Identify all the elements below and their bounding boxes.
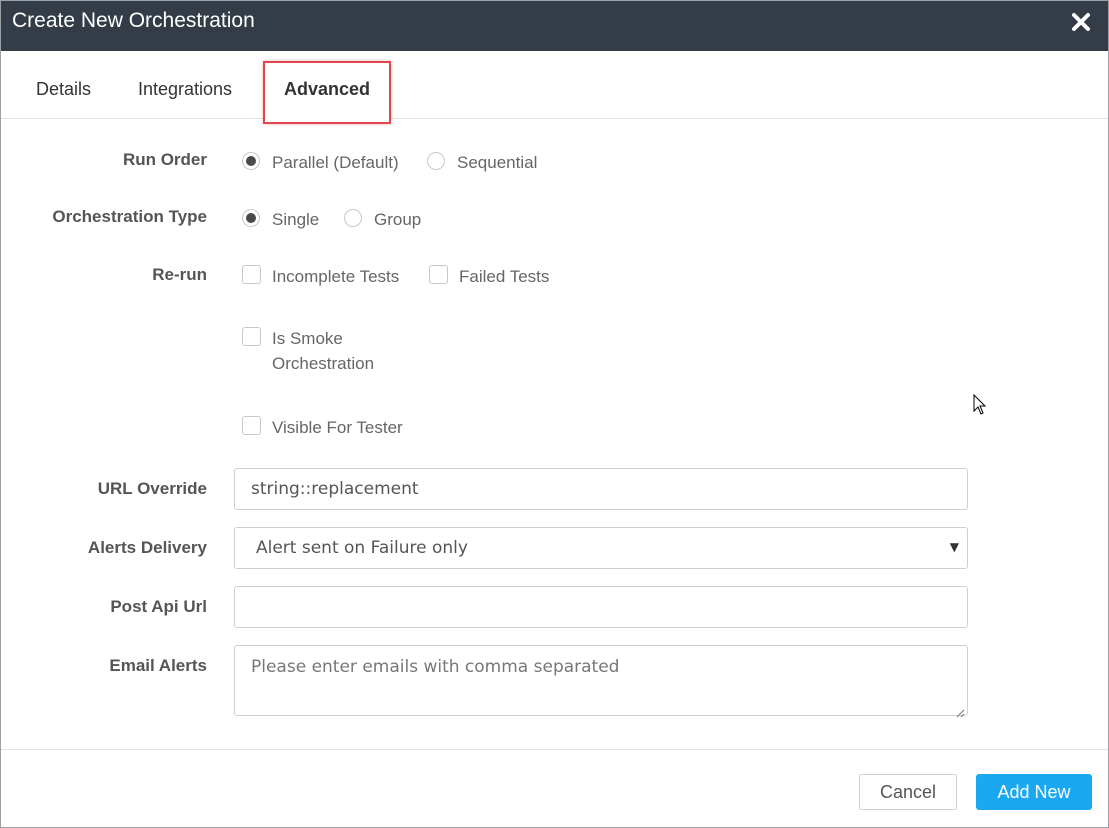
- rerun-failed-label: Failed Tests: [459, 267, 550, 286]
- tab-details[interactable]: Details: [36, 79, 91, 100]
- caret-down-icon: ▼: [949, 540, 959, 554]
- rerun-failed-checkbox[interactable]: [429, 265, 448, 284]
- close-icon[interactable]: [1070, 11, 1092, 33]
- tab-bar: Details Integrations Advanced: [1, 51, 1108, 124]
- email-alerts-placeholder: Please enter emails with comma separated: [251, 657, 620, 677]
- run-order-parallel-label: Parallel (Default): [272, 153, 399, 172]
- orchestration-type-label: Orchestration Type: [52, 207, 207, 226]
- run-order-sequential-label: Sequential: [457, 153, 538, 172]
- rerun-incomplete-checkbox[interactable]: [242, 265, 261, 284]
- run-order-sequential-radio[interactable]: [427, 152, 445, 170]
- rerun-label: Re-run: [152, 265, 207, 284]
- visible-for-tester-checkbox[interactable]: [242, 416, 261, 435]
- mouse-pointer-icon: [973, 393, 987, 416]
- run-order-parallel-radio[interactable]: [242, 152, 260, 170]
- type-group-label: Group: [374, 210, 422, 229]
- url-override-value: string::replacement: [251, 479, 419, 499]
- type-single-label: Single: [272, 210, 320, 229]
- alerts-delivery-select[interactable]: Alert sent on Failure only ▼: [234, 527, 968, 569]
- dialog-titlebar: Create New Orchestration: [1, 1, 1108, 51]
- dialog-title: Create New Orchestration: [12, 9, 255, 32]
- cancel-button[interactable]: Cancel: [859, 774, 957, 810]
- tab-integrations[interactable]: Integrations: [138, 79, 232, 100]
- alerts-delivery-label: Alerts Delivery: [87, 538, 207, 557]
- resize-handle-icon[interactable]: [955, 703, 965, 718]
- alerts-delivery-value: Alert sent on Failure only: [256, 538, 468, 558]
- type-single-radio[interactable]: [242, 209, 260, 227]
- url-override-label: URL Override: [97, 479, 207, 498]
- add-new-button[interactable]: Add New: [976, 774, 1092, 810]
- run-order-label: Run Order: [122, 150, 207, 169]
- post-api-url-input[interactable]: [234, 586, 968, 628]
- post-api-url-label: Post Api Url: [110, 597, 207, 616]
- tab-advanced[interactable]: Advanced: [284, 79, 370, 100]
- create-orchestration-dialog: Create New Orchestration Details Integra…: [0, 0, 1109, 828]
- visible-for-tester-label: Visible For Tester: [272, 418, 403, 437]
- dialog-footer: Cancel Add New: [1, 749, 1108, 828]
- is-smoke-label-line2: Orchestration: [272, 354, 375, 373]
- is-smoke-label-line1: Is Smoke: [272, 329, 343, 348]
- email-alerts-label: Email Alerts: [109, 656, 207, 675]
- url-override-input[interactable]: string::replacement: [234, 468, 968, 510]
- is-smoke-checkbox[interactable]: [242, 327, 261, 346]
- type-group-radio[interactable]: [344, 209, 362, 227]
- email-alerts-textarea[interactable]: Please enter emails with comma separated: [234, 645, 968, 718]
- rerun-incomplete-label: Incomplete Tests: [272, 267, 400, 286]
